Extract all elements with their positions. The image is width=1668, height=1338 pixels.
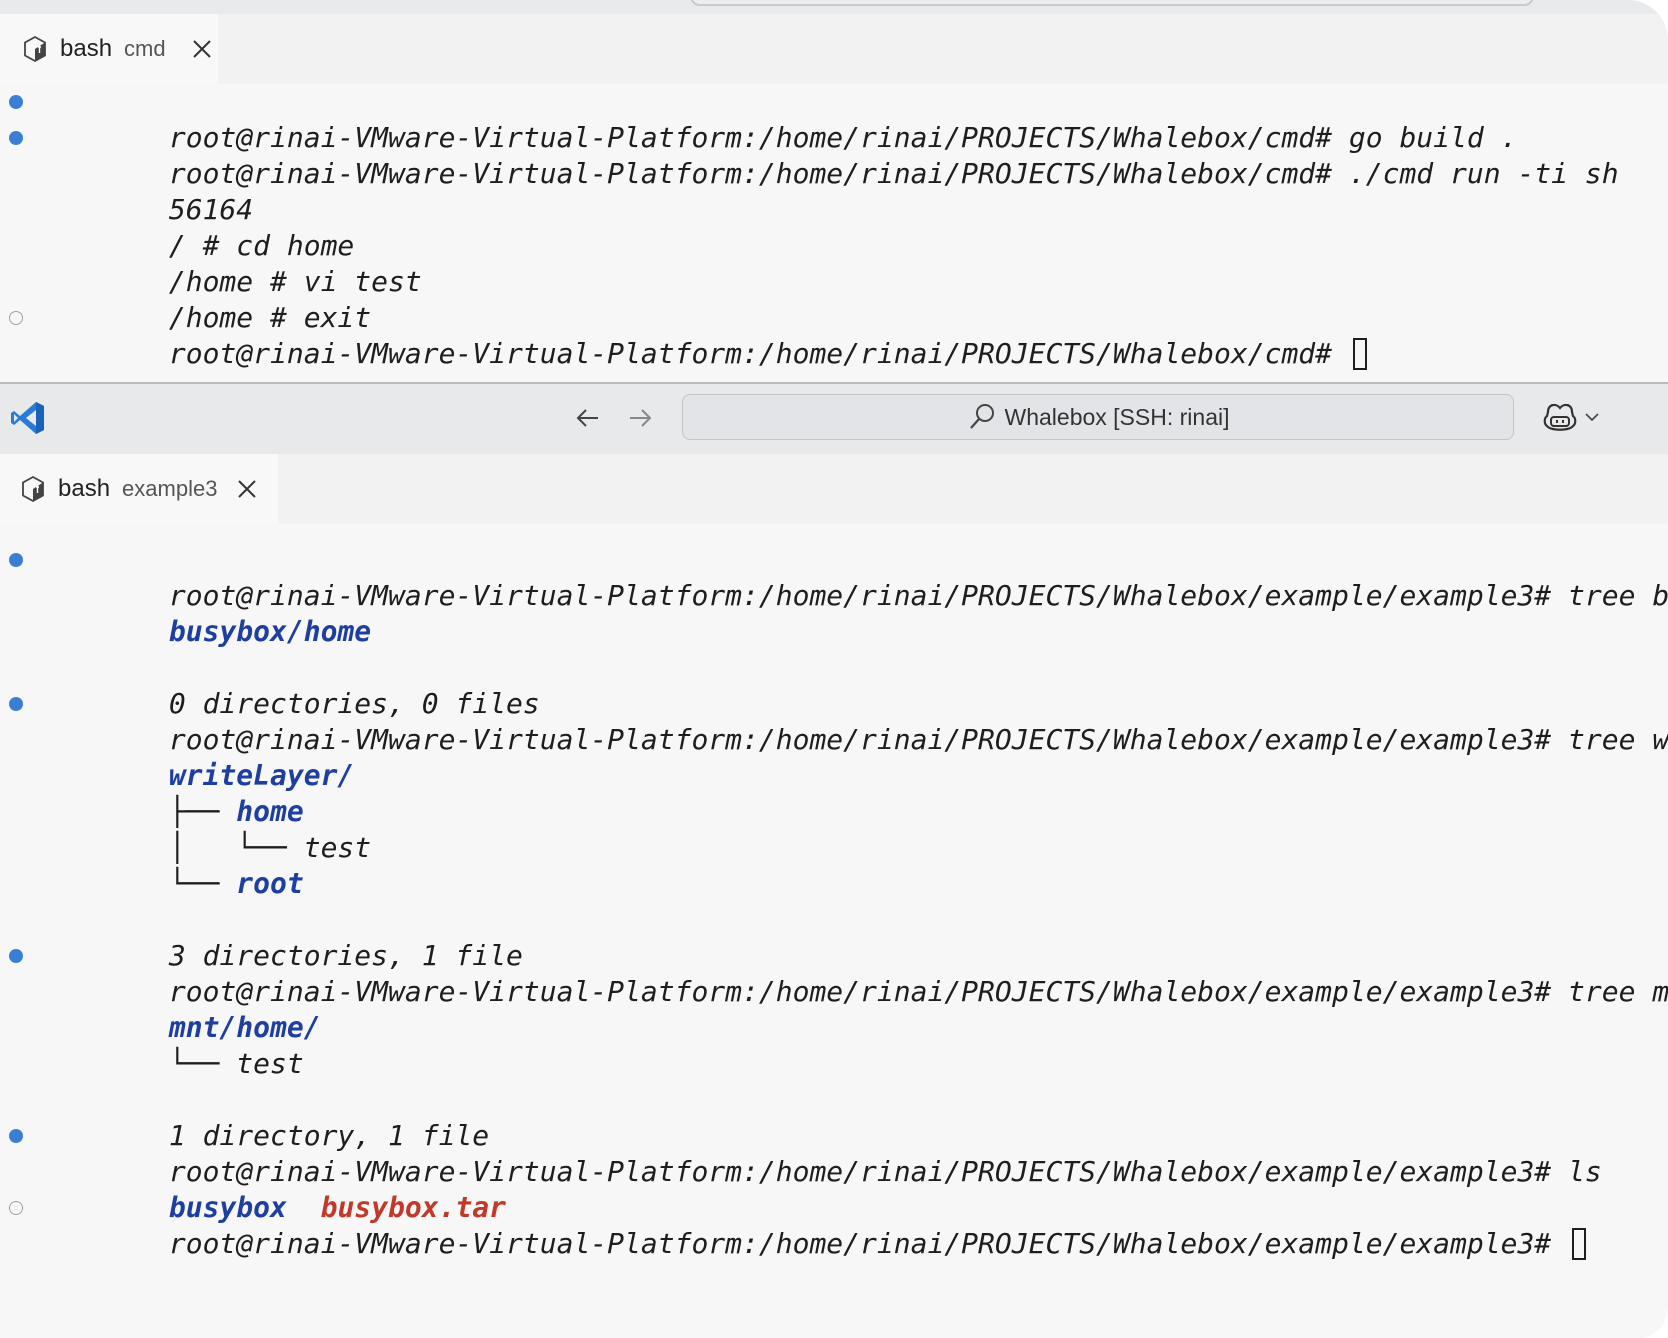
command-success-dot[interactable]: [9, 697, 23, 711]
top-window-strip: [0, 0, 1668, 14]
command-success-dot[interactable]: [9, 131, 23, 145]
top-terminal-tab[interactable]: bash cmd: [0, 14, 218, 84]
terminal-line: root@rinai-VMware-Virtual-Platform:/home…: [0, 120, 1668, 190]
terminal-line: root@rinai-VMware-Virtual-Platform:/home…: [0, 938, 1668, 1008]
bottom-terminal-output[interactable]: root@rinai-VMware-Virtual-Platform:/home…: [0, 542, 1668, 1260]
tree-line: │ └── test: [0, 794, 1668, 864]
command-success-dot[interactable]: [9, 95, 23, 109]
chevron-down-icon[interactable]: [1584, 410, 1600, 424]
terminal-line: mnt/home/: [0, 974, 1668, 1044]
tree-line: ├── home: [0, 758, 1668, 828]
terminal-line: 1 directory, 1 file: [0, 1082, 1668, 1152]
terminal-prompt-line: root@rinai-VMware-Virtual-Platform:/home…: [0, 1190, 1668, 1260]
terminal-cursor: [1352, 338, 1367, 370]
terminal-line: root@rinai-VMware-Virtual-Platform:/home…: [0, 84, 1668, 154]
command-success-dot[interactable]: [9, 1129, 23, 1143]
close-icon[interactable]: [237, 479, 257, 499]
screenshot-frame: bash cmd root@rinai-VMware-Virtual-Platf…: [0, 0, 1668, 1338]
terminal-icon: [24, 35, 46, 63]
arrow-left-icon[interactable]: [572, 402, 604, 434]
terminal-line: busybox busybox.tar: [0, 1154, 1668, 1224]
arrow-right-icon[interactable]: [624, 402, 656, 434]
close-icon[interactable]: [192, 39, 212, 59]
terminal-line: 56164: [0, 156, 1668, 226]
tab-description: example3: [122, 476, 218, 501]
terminal-line: root@rinai-VMware-Virtual-Platform:/home…: [0, 542, 1668, 612]
terminal-line: busybox/home: [0, 578, 1668, 648]
bottom-vscode-window: Whalebox [SSH: rinai] bash example3 root…: [0, 382, 1668, 1338]
terminal-cursor: [1572, 1228, 1587, 1260]
terminal-line: writeLayer/: [0, 722, 1668, 792]
top-terminal-output[interactable]: root@rinai-VMware-Virtual-Platform:/home…: [0, 84, 1668, 370]
tree-line: └── test: [0, 1010, 1668, 1080]
command-center-label: Whalebox [SSH: rinai]: [1004, 403, 1230, 430]
terminal-line: /home # vi test: [0, 228, 1668, 298]
command-center-search[interactable]: Whalebox [SSH: rinai]: [682, 394, 1514, 440]
command-pending-dot[interactable]: [9, 1201, 23, 1215]
copilot-icon[interactable]: [1542, 400, 1578, 434]
command-success-dot[interactable]: [9, 949, 23, 963]
top-window-command-center-edge: [690, 0, 1534, 6]
vscode-icon: [11, 402, 44, 434]
terminal-line: 0 directories, 0 files: [0, 650, 1668, 720]
terminal-prompt-line: root@rinai-VMware-Virtual-Platform:/home…: [0, 300, 1668, 370]
tab-description: cmd: [124, 36, 166, 61]
title-bar: Whalebox [SSH: rinai]: [0, 384, 1668, 454]
terminal-icon: [22, 475, 44, 503]
line-text: root@rinai-VMware-Virtual-Platform:/home…: [168, 337, 1349, 370]
terminal-line: 3 directories, 1 file: [0, 902, 1668, 972]
command-success-dot[interactable]: [9, 553, 23, 567]
terminal-line: root@rinai-VMware-Virtual-Platform:/home…: [0, 1118, 1668, 1188]
command-pending-dot[interactable]: [9, 311, 23, 325]
terminal-line: root@rinai-VMware-Virtual-Platform:/home…: [0, 686, 1668, 756]
top-terminal-window: bash cmd root@rinai-VMware-Virtual-Platf…: [0, 0, 1668, 382]
bottom-terminal-tab[interactable]: bash example3: [0, 454, 278, 524]
terminal-line: / # cd home: [0, 192, 1668, 262]
tree-line: └── root: [0, 830, 1668, 900]
terminal-line: /home # exit: [0, 264, 1668, 334]
bottom-terminal-tabbar: bash example3: [0, 454, 1668, 524]
tab-title: bash: [60, 35, 113, 62]
search-icon: [969, 404, 994, 429]
tab-title: bash: [58, 475, 111, 502]
line-text: root@rinai-VMware-Virtual-Platform:/home…: [168, 1227, 1569, 1260]
top-terminal-tabbar: bash cmd: [0, 14, 1668, 84]
